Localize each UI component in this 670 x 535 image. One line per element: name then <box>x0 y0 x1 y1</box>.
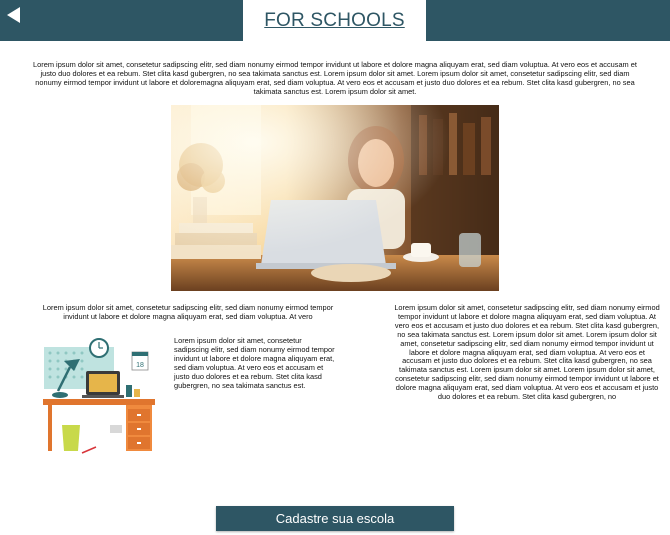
register-school-button[interactable]: Cadastre sua escola <box>216 506 454 531</box>
desk-illustration: 18 <box>43 338 155 454</box>
back-arrow-icon[interactable] <box>4 5 22 25</box>
page-title-tab: FOR SCHOOLS <box>243 0 426 41</box>
top-bar: FOR SCHOOLS <box>0 0 670 41</box>
left-side-text: Lorem ipsum dolor sit amet, consetetur s… <box>174 336 335 390</box>
hero-photo <box>171 105 499 291</box>
page-title: FOR SCHOOLS <box>264 9 405 31</box>
left-column-text: Lorem ipsum dolor sit amet, consetetur s… <box>42 303 334 321</box>
intro-paragraph: Lorem ipsum dolor sit amet, consetetur s… <box>33 60 637 96</box>
right-column-text: Lorem ipsum dolor sit amet, consetetur s… <box>394 303 660 402</box>
calendar-number: 18 <box>136 362 144 369</box>
